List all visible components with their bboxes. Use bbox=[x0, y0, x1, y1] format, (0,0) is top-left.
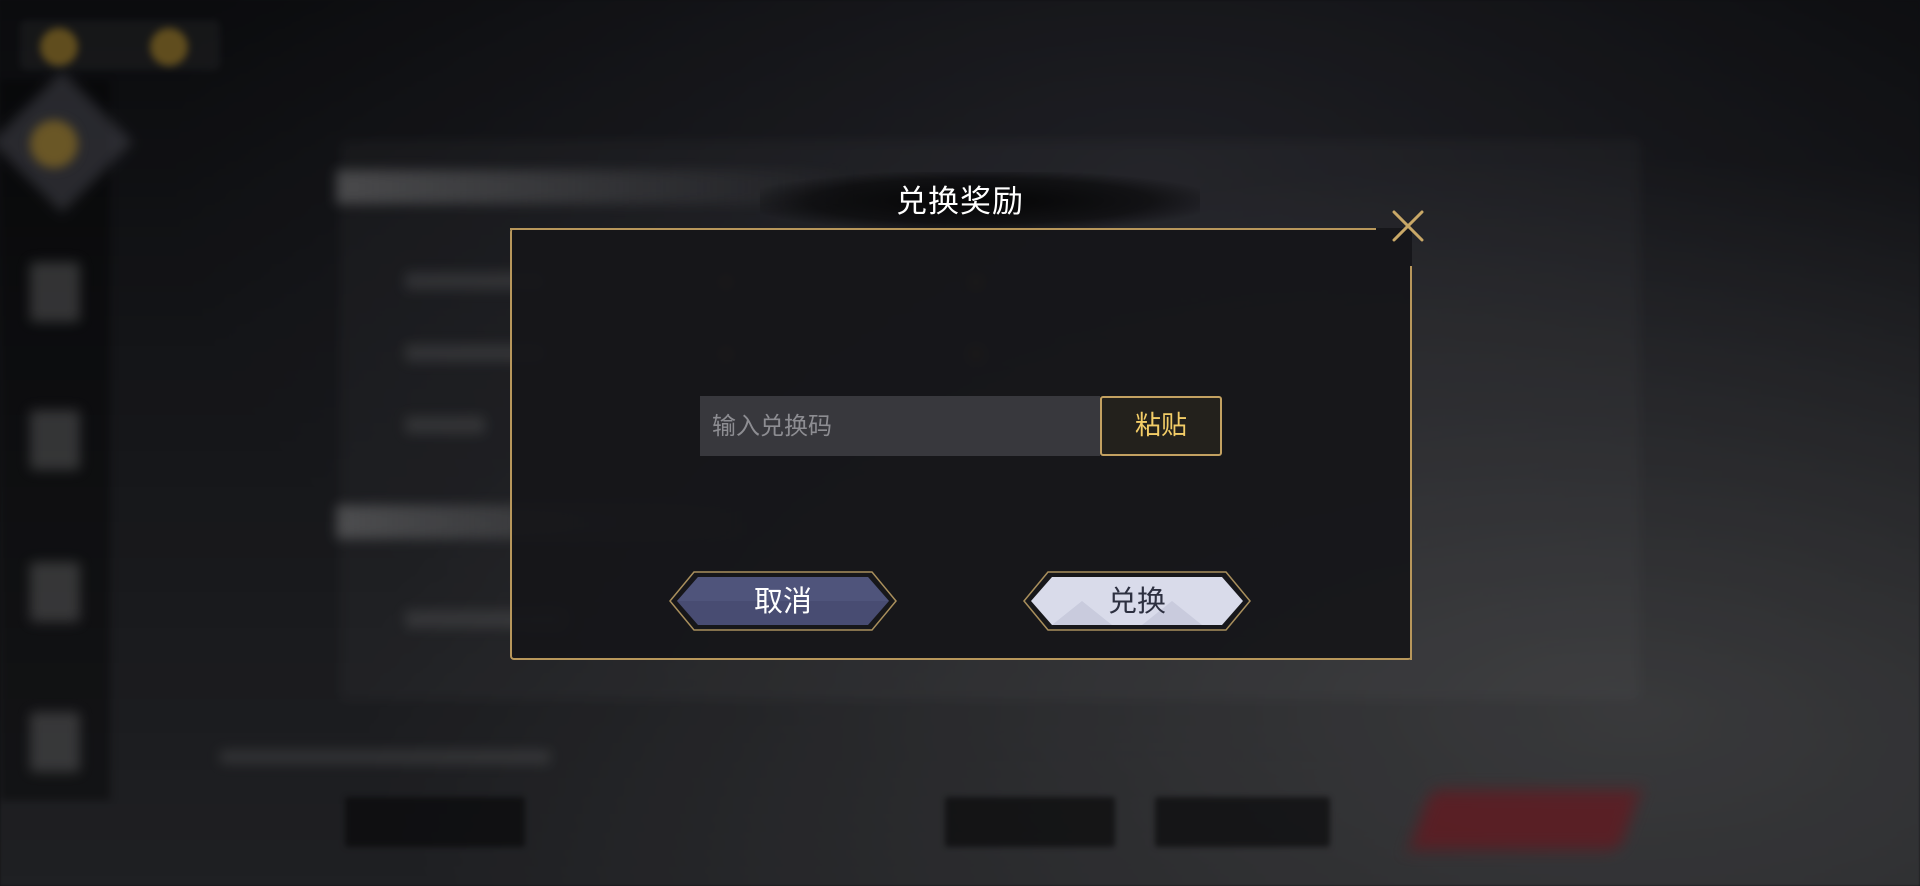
dialog-frame-right bbox=[1410, 266, 1412, 660]
close-icon bbox=[1392, 210, 1424, 242]
dialog-frame-top bbox=[510, 228, 1376, 230]
cancel-label: 取消 bbox=[753, 584, 812, 618]
exchange-button[interactable]: 兑换 bbox=[1022, 569, 1252, 633]
paste-button[interactable]: 粘贴 bbox=[1100, 396, 1222, 456]
dialog-title: 兑换奖励 bbox=[896, 184, 1024, 220]
exchange-label: 兑换 bbox=[1107, 584, 1166, 618]
redeem-code-input[interactable] bbox=[700, 396, 1100, 456]
close-button[interactable] bbox=[1388, 206, 1428, 246]
cancel-button[interactable]: 取消 bbox=[668, 569, 898, 633]
